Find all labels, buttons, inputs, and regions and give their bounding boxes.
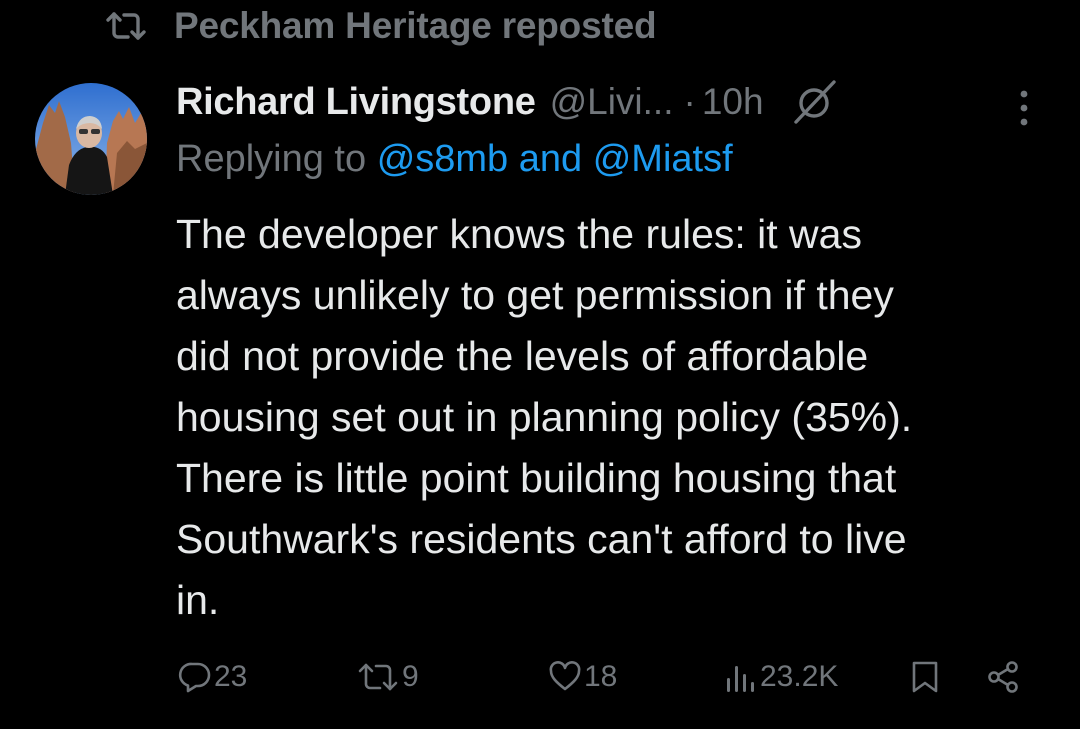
repost-icon [358, 663, 398, 691]
reply-icon [178, 662, 211, 693]
grok-icon[interactable] [788, 76, 840, 128]
repost-button[interactable]: 9 [356, 652, 419, 702]
views-button[interactable]: 23.2K [724, 652, 838, 702]
bookmark-button[interactable] [908, 652, 942, 702]
repost-label: Peckham Heritage reposted [174, 5, 657, 46]
reply-user-1[interactable]: @s8mb [377, 138, 509, 180]
tweet-line: The developer knows the rules: it was [176, 211, 862, 257]
tweet-line: did not provide the levels of affordable [176, 333, 869, 379]
reply-and: and [518, 138, 583, 180]
tweet-line: in. [176, 577, 220, 623]
more-icon[interactable] [1012, 88, 1036, 128]
like-button[interactable]: 18 [548, 652, 617, 702]
avatar-image [35, 83, 147, 195]
tweet-line: Southwark's residents can't afford to li… [176, 516, 907, 562]
share-icon [988, 661, 1018, 693]
tweet-line: housing set out in planning policy (35%)… [176, 394, 913, 440]
author-handle[interactable]: @Livi... [550, 81, 674, 123]
replying-prefix: Replying to [176, 138, 367, 180]
reply-button[interactable]: 23 [178, 652, 247, 702]
tweet-body: The developer knows the rules: it was al… [176, 204, 1056, 631]
action-bar: 23 9 18 23.2K [0, 652, 1080, 702]
repost-icon [106, 12, 146, 40]
tweet-line: There is little point building housing t… [176, 455, 897, 501]
views-icon [727, 666, 754, 692]
reply-user-2[interactable]: @Miatsf [593, 138, 733, 180]
avatar[interactable] [35, 83, 147, 195]
repost-header[interactable]: Peckham Heritage reposted [104, 2, 657, 50]
repost-count: 9 [402, 660, 419, 693]
tweet-line: always unlikely to get permission if the… [176, 272, 894, 318]
separator-dot: · [683, 81, 696, 122]
bookmark-icon [912, 661, 938, 693]
like-count: 18 [584, 660, 618, 693]
author-name[interactable]: Richard Livingstone [176, 81, 536, 124]
reply-count: 23 [214, 660, 248, 693]
view-count: 23.2K [760, 660, 839, 693]
replying-to: Replying to @s8mb and @Miatsf [176, 138, 733, 181]
tweet-time[interactable]: 10h [702, 81, 764, 123]
share-button[interactable] [986, 652, 1020, 702]
tweet-header: Richard Livingstone @Livi... · 10h [176, 76, 840, 128]
heart-icon [549, 661, 581, 691]
